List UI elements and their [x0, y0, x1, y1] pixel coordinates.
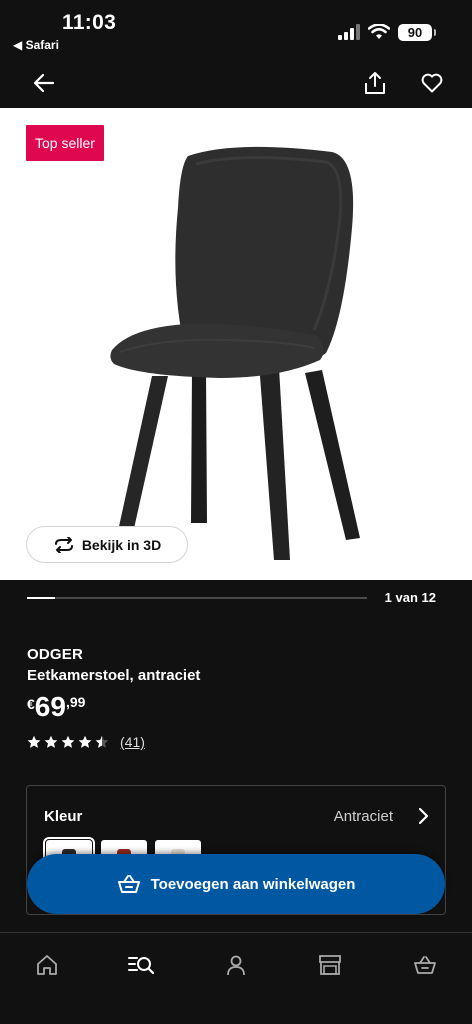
- price-integer: 69: [34, 691, 66, 722]
- gallery-progress-fill: [27, 597, 56, 599]
- heart-icon: [421, 73, 443, 93]
- tab-search[interactable]: [121, 945, 161, 985]
- favorite-button[interactable]: [415, 66, 449, 100]
- view-in-3d-label: Bekijk in 3D: [81, 536, 162, 553]
- view-in-3d-button[interactable]: Bekijk in 3D: [26, 526, 188, 563]
- top-navigation: [0, 58, 472, 108]
- back-button[interactable]: [27, 66, 61, 100]
- star-icon: [27, 735, 41, 748]
- product-name: ODGER: [27, 646, 84, 663]
- signal-icon: [338, 24, 360, 40]
- profile-icon: [227, 955, 245, 976]
- tab-profile[interactable]: [216, 945, 256, 985]
- star-icon: [44, 735, 58, 748]
- product-info: ODGER Eetkamerstoel, antraciet € 69 ,99 …: [27, 646, 447, 750]
- star-icon: [61, 735, 75, 748]
- review-count-link[interactable]: (41): [120, 734, 145, 750]
- chevron-right-icon[interactable]: [417, 807, 429, 825]
- gallery-page-count: 1 van 12: [384, 590, 436, 605]
- star-icon: [95, 735, 109, 748]
- product-rating[interactable]: (41): [27, 734, 447, 750]
- search-list-icon: [128, 957, 154, 975]
- price-decimal: ,99: [65, 694, 86, 710]
- basket-icon: [117, 875, 140, 893]
- wifi-icon: [368, 24, 390, 39]
- gallery-indicator: 1 van 12: [0, 580, 472, 616]
- rotate-3d-icon: [54, 536, 73, 553]
- status-indicators: 90: [338, 22, 436, 42]
- home-icon: [37, 955, 57, 975]
- top-seller-badge: Top seller: [26, 125, 104, 161]
- battery-indicator: 90: [398, 23, 436, 41]
- share-icon: [365, 72, 385, 94]
- back-to-safari-link[interactable]: ◀ Safari: [13, 38, 59, 52]
- chair-image: [110, 146, 360, 560]
- star-icon: [78, 735, 92, 748]
- gallery-progress-track: [27, 597, 367, 599]
- rating-stars: [27, 735, 109, 749]
- tab-stores[interactable]: [310, 945, 350, 985]
- product-price: € 69 ,99: [27, 692, 447, 722]
- share-button[interactable]: [358, 66, 392, 100]
- price-currency: €: [27, 696, 35, 712]
- add-to-cart-button[interactable]: Toevoegen aan winkelwagen: [27, 854, 445, 914]
- status-time: 11:03: [62, 11, 117, 34]
- arrow-left-icon: [33, 73, 55, 93]
- tab-cart[interactable]: [405, 945, 445, 985]
- status-bar: 11:03 ◀ Safari 90: [0, 0, 472, 58]
- color-value: Antraciet: [333, 808, 393, 825]
- add-to-cart-label: Toevoegen aan winkelwagen: [150, 875, 356, 893]
- bottom-tab-bar: [0, 932, 472, 1024]
- color-label: Kleur: [44, 808, 83, 825]
- product-description: Eetkamerstoel, antraciet: [27, 667, 201, 684]
- product-image-gallery[interactable]: Top seller Bekijk in 3D: [0, 108, 472, 580]
- store-icon: [319, 955, 341, 975]
- basket-icon: [414, 956, 436, 974]
- tab-home[interactable]: [27, 945, 67, 985]
